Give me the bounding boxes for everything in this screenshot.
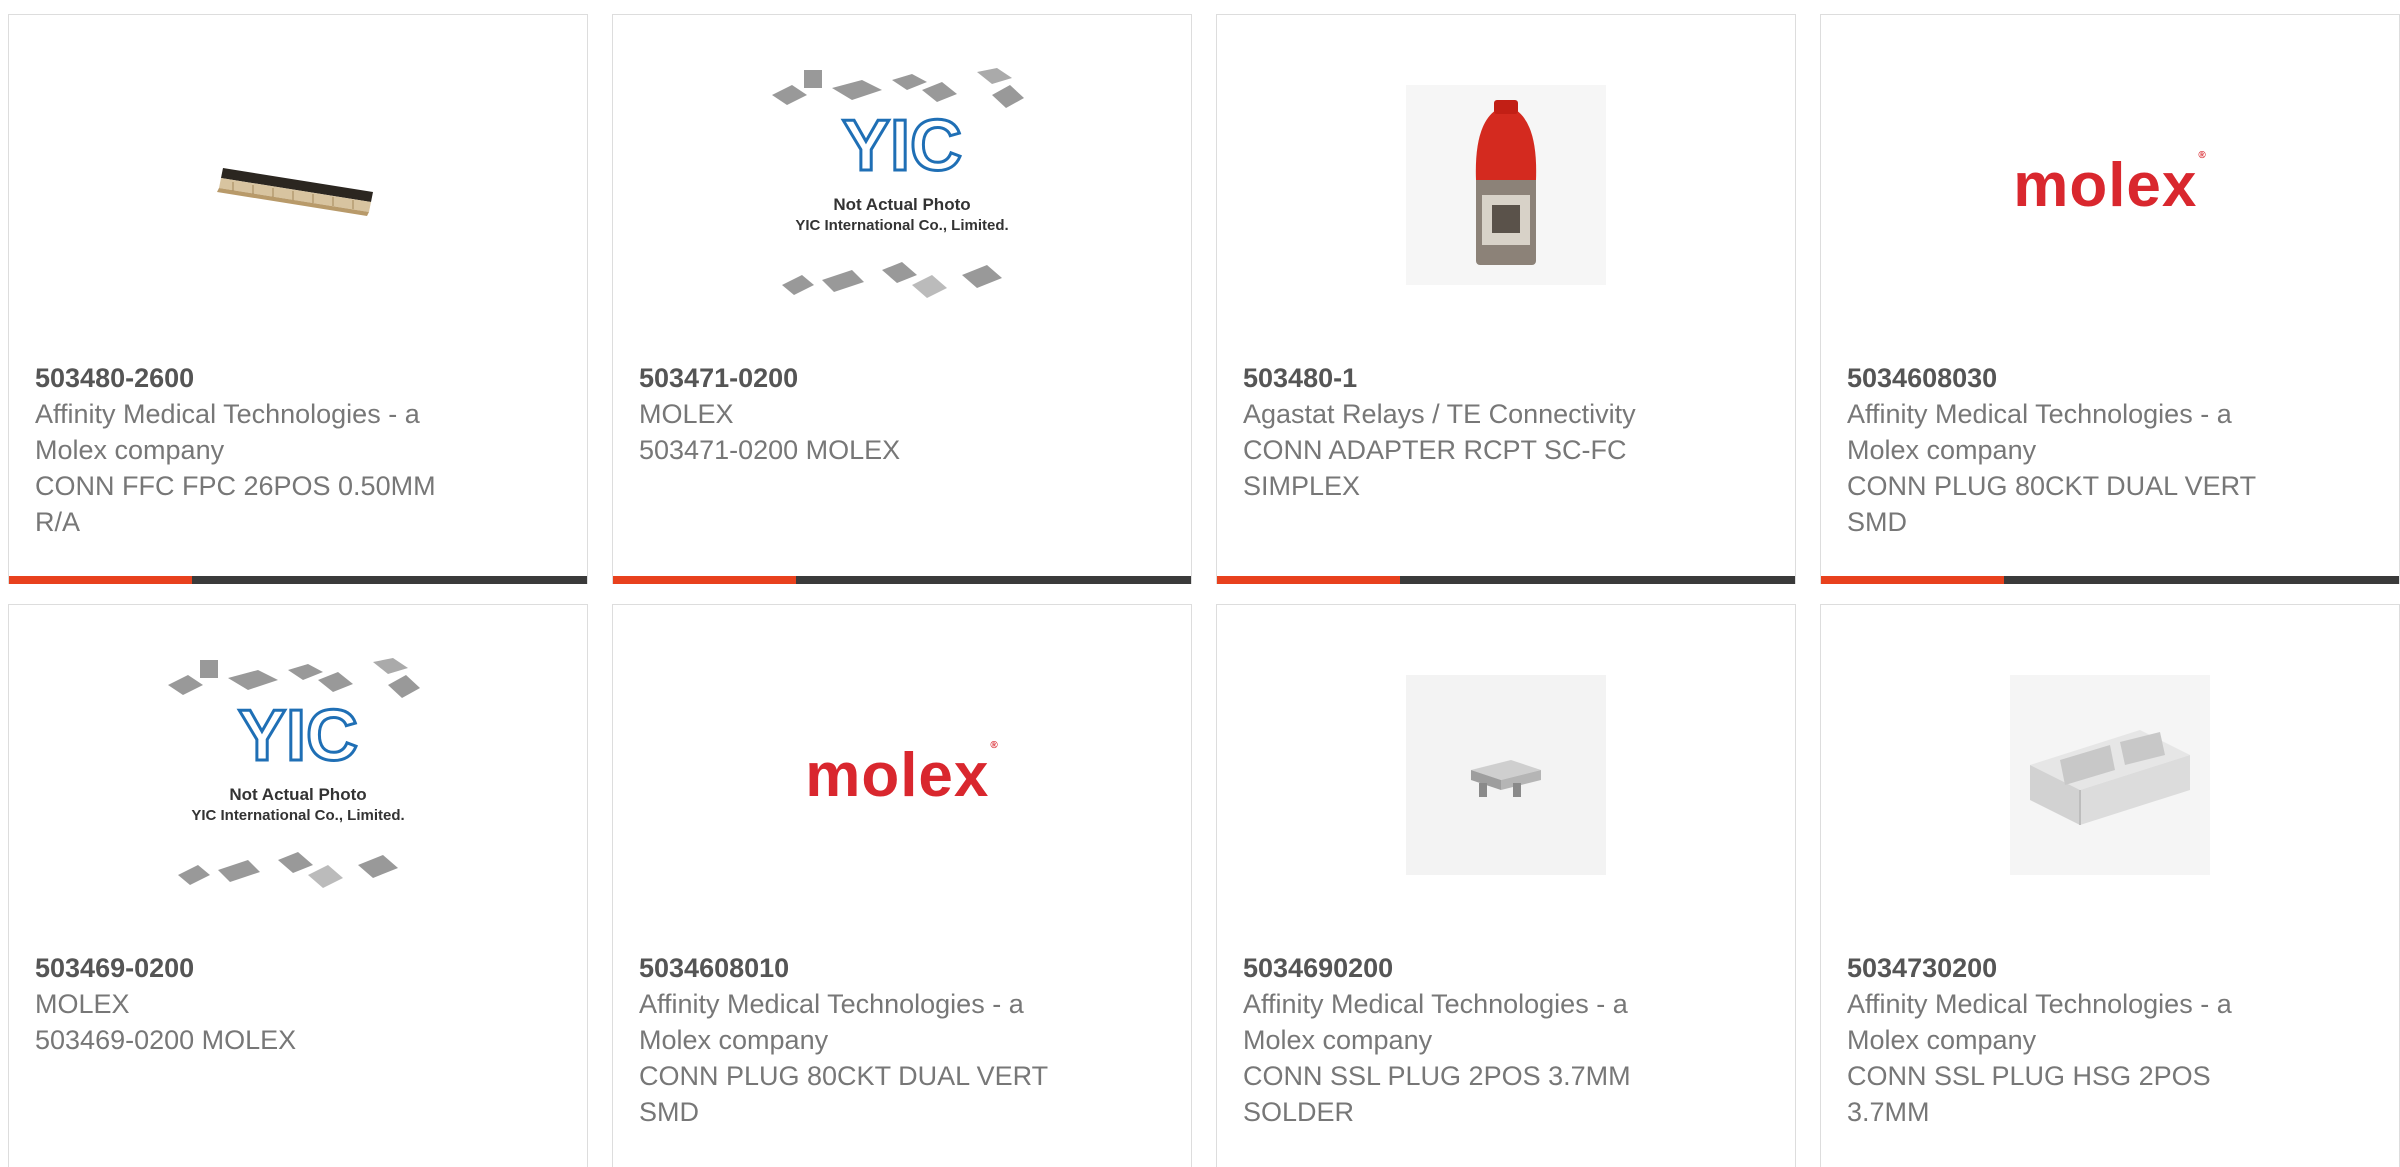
plug-housing-photo (2030, 730, 2190, 825)
placeholder-text-1: Not Actual Photo (229, 785, 366, 804)
fiber-adapter-photo (1475, 100, 1537, 265)
manufacturer: Affinity Medical Technologies - a Molex … (35, 399, 420, 465)
part-number[interactable]: 503480-2600 (35, 360, 561, 396)
product-card[interactable]: YIC Not Actual Photo YIC International C… (612, 14, 1192, 584)
product-card[interactable]: molex® 5034608030 Affinity Medical Techn… (1820, 14, 2400, 584)
product-image[interactable]: YIC Not Actual Photo YIC International C… (9, 605, 587, 945)
svg-text:YIC: YIC (842, 106, 962, 186)
part-number[interactable]: 503471-0200 (639, 360, 1165, 396)
svg-text:YIC: YIC (238, 696, 358, 776)
manufacturer: Affinity Medical Technologies - a Molex … (1847, 989, 2232, 1055)
molex-logo: molex® (805, 739, 999, 810)
manufacturer: Affinity Medical Technologies - a Molex … (1847, 399, 2232, 465)
card-bottom-bar (1821, 576, 2399, 584)
description: 503469-0200 MOLEX (35, 1025, 297, 1055)
product-card[interactable]: 503480-2600 Affinity Medical Technologie… (8, 14, 588, 584)
description: 503471-0200 MOLEX (639, 435, 901, 465)
part-number[interactable]: 503469-0200 (35, 950, 561, 986)
placeholder-text-1: Not Actual Photo (833, 195, 970, 214)
description: CONN FFC FPC 26POS 0.50MM R/A (35, 471, 436, 537)
product-card[interactable]: 503480-1 Agastat Relays / TE Connectivit… (1216, 14, 1796, 584)
card-bottom-bar (613, 576, 1191, 584)
placeholder-text-2: YIC International Co., Limited. (795, 217, 1008, 234)
description: CONN PLUG 80CKT DUAL VERT SMD (639, 1061, 1048, 1127)
card-bottom-bar (9, 576, 587, 584)
part-number[interactable]: 5034690200 (1243, 950, 1769, 986)
product-image[interactable] (9, 15, 587, 355)
placeholder-text-2: YIC International Co., Limited. (191, 807, 404, 824)
description: CONN ADAPTER RCPT SC-FC SIMPLEX (1243, 435, 1627, 501)
product-card[interactable]: 5034690200 Affinity Medical Technologies… (1216, 604, 1796, 1167)
product-card[interactable]: molex® 5034608010 Affinity Medical Techn… (612, 604, 1192, 1167)
manufacturer: MOLEX (639, 399, 734, 429)
ssl-plug-photo (1471, 760, 1541, 797)
product-image[interactable]: molex® (1821, 15, 2399, 355)
yic-placeholder-image: YIC Not Actual Photo YIC International C… (168, 658, 420, 888)
product-image[interactable] (1821, 605, 2399, 945)
part-number[interactable]: 5034608010 (639, 950, 1165, 986)
manufacturer: MOLEX (35, 989, 130, 1019)
part-number[interactable]: 5034730200 (1847, 950, 2373, 986)
yic-placeholder-image: YIC Not Actual Photo YIC International C… (772, 68, 1024, 298)
part-number[interactable]: 5034608030 (1847, 360, 2373, 396)
card-bottom-bar (1217, 576, 1795, 584)
part-number[interactable]: 503480-1 (1243, 360, 1769, 396)
manufacturer: Affinity Medical Technologies - a Molex … (639, 989, 1024, 1055)
product-card[interactable]: 5034730200 Affinity Medical Technologies… (1820, 604, 2400, 1167)
manufacturer: Agastat Relays / TE Connectivity (1243, 399, 1636, 429)
description: CONN PLUG 80CKT DUAL VERT SMD (1847, 471, 2256, 537)
description: CONN SSL PLUG HSG 2POS 3.7MM (1847, 1061, 2211, 1127)
molex-logo: molex® (2013, 149, 2207, 220)
manufacturer: Affinity Medical Technologies - a Molex … (1243, 989, 1628, 1055)
product-image[interactable] (1217, 15, 1795, 355)
ffc-connector-photo (217, 168, 373, 216)
product-image[interactable] (1217, 605, 1795, 945)
product-image[interactable]: molex® (613, 605, 1191, 945)
product-card[interactable]: YIC Not Actual Photo YIC International C… (8, 604, 588, 1167)
product-image[interactable]: YIC Not Actual Photo YIC International C… (613, 15, 1191, 355)
description: CONN SSL PLUG 2POS 3.7MM SOLDER (1243, 1061, 1631, 1127)
